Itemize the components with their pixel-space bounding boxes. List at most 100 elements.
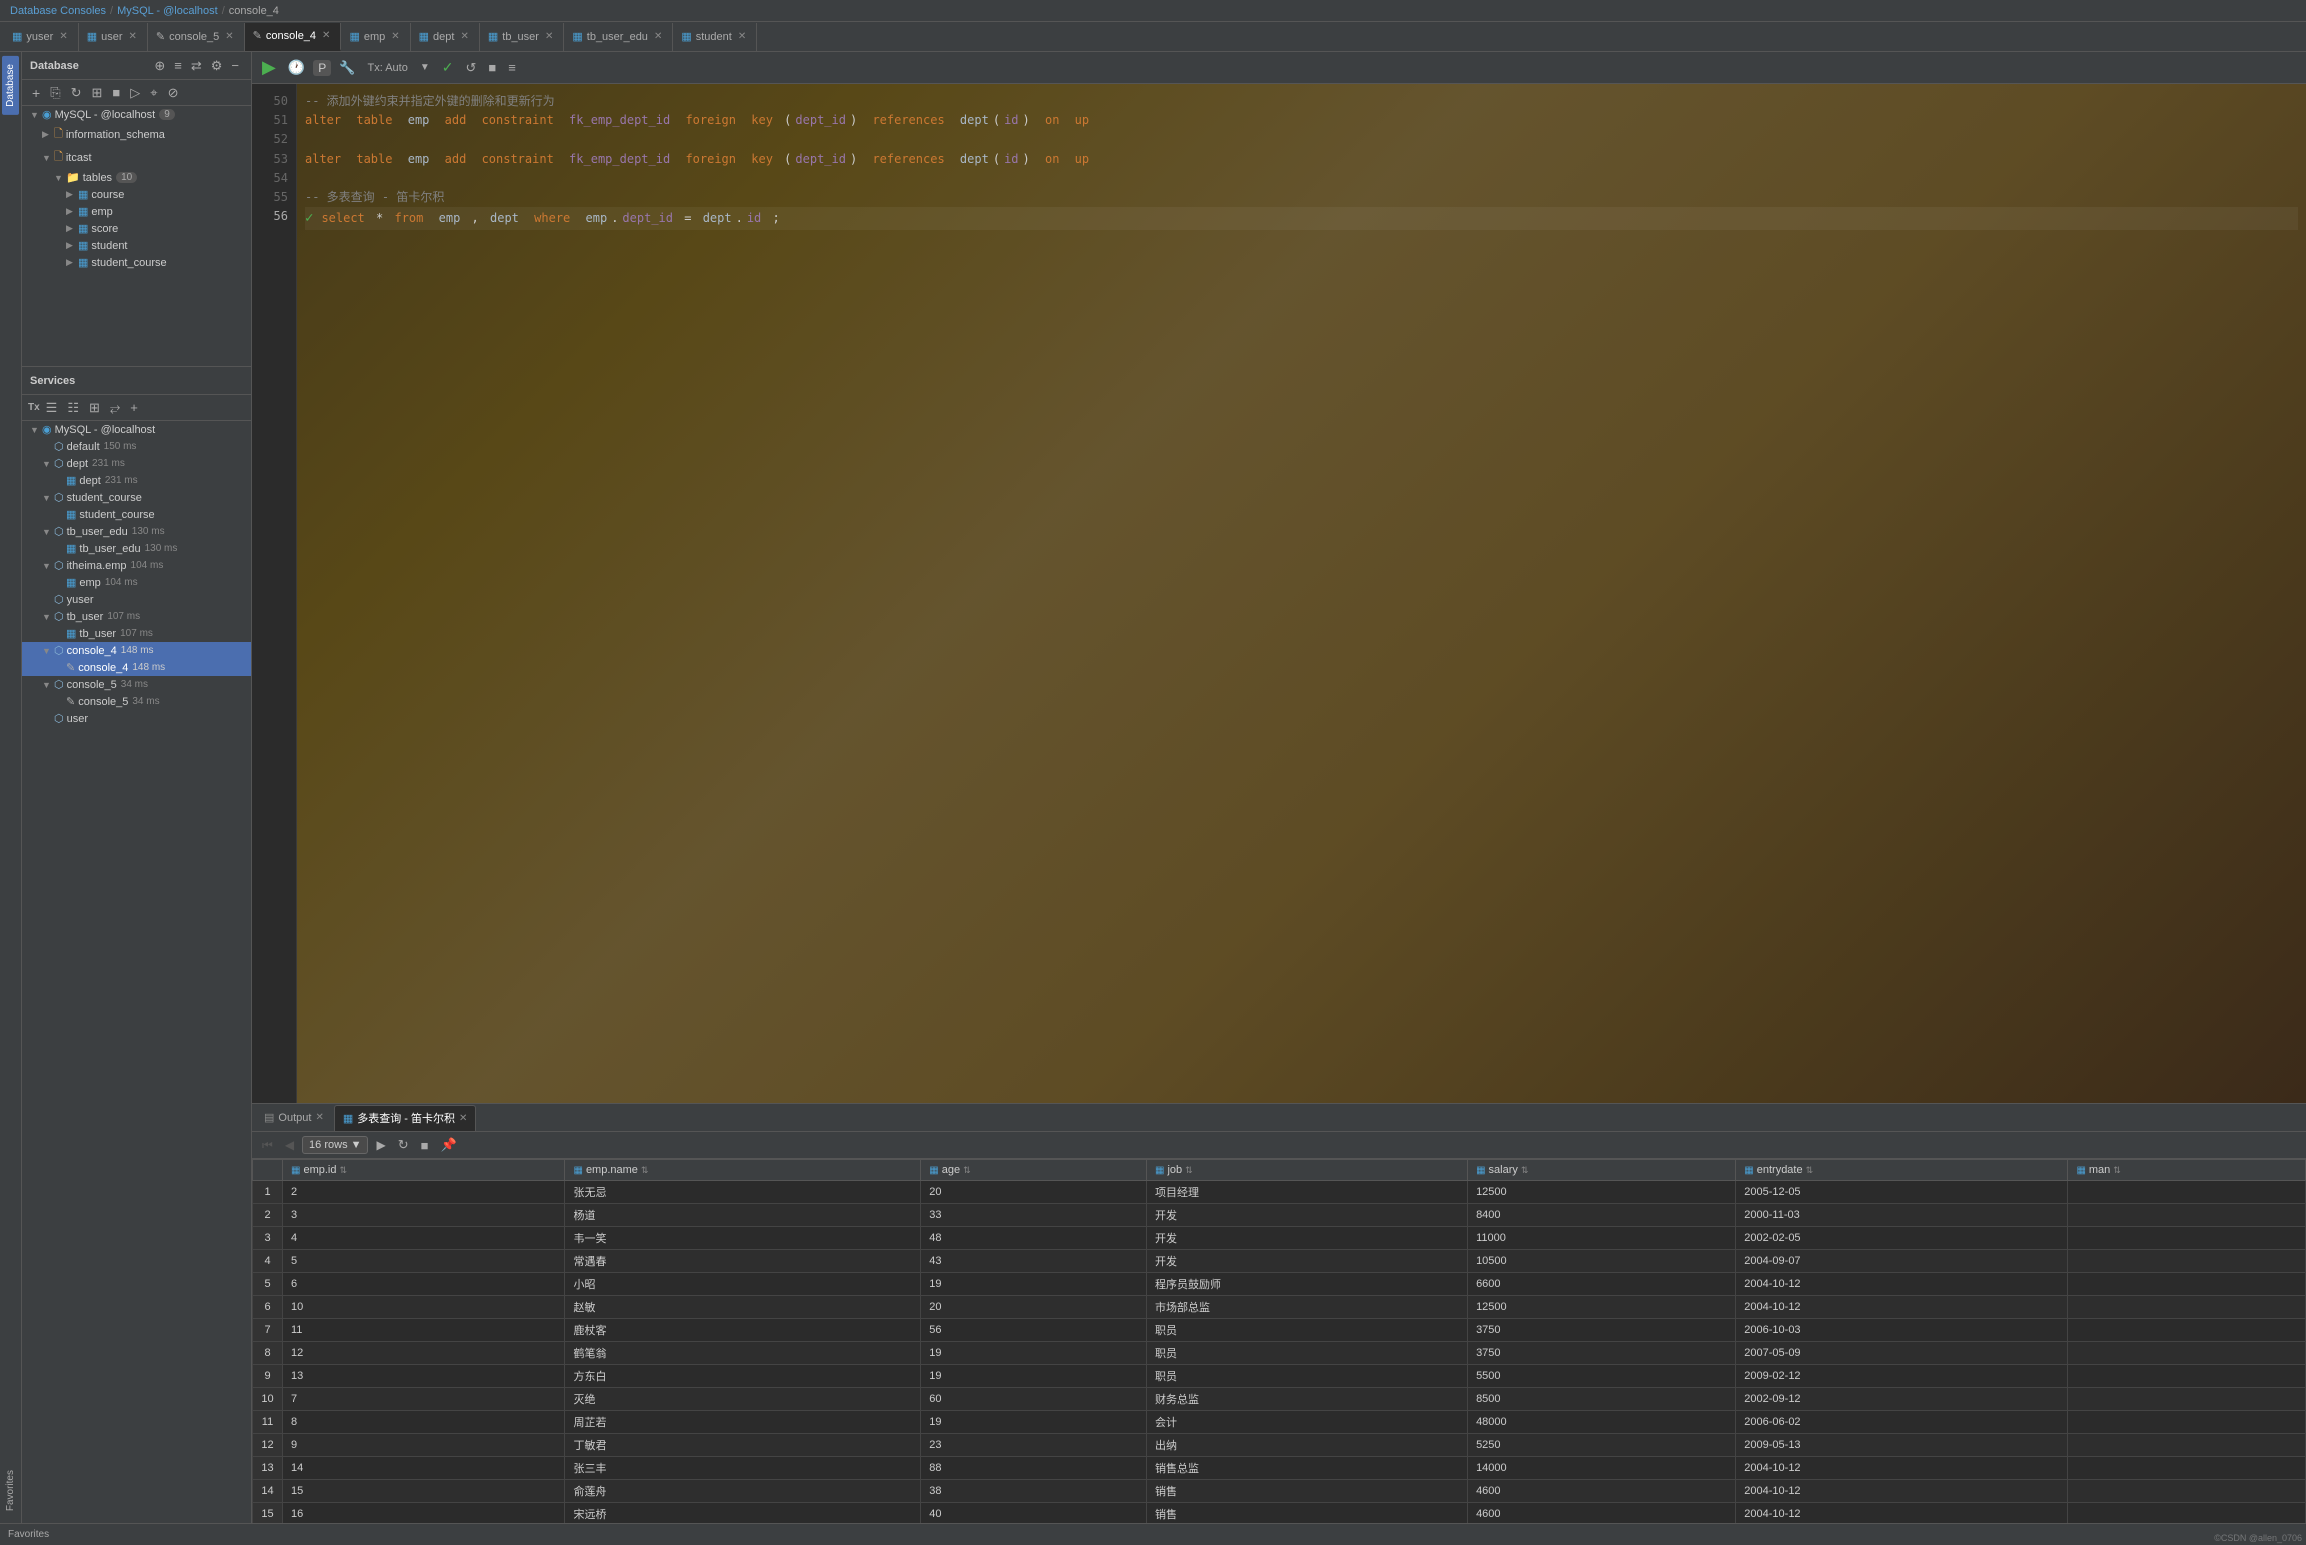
commit-btn[interactable]: ✓ (438, 57, 458, 78)
stop-query-btn[interactable]: ■ (484, 58, 500, 77)
pin-results-btn[interactable]: 📌 (436, 1135, 460, 1155)
sort-icon[interactable]: ⇅ (963, 1165, 971, 1176)
svc-tb-user-query[interactable]: ▦ tb_user 107 ms (22, 625, 251, 642)
table-row[interactable]: 12 9 丁敏君 23 出纳 5250 2009-05-13 (253, 1434, 2306, 1457)
results-tab-cartesian[interactable]: ▦ 多表查询 - 笛卡尔积 ✕ (334, 1105, 477, 1131)
tab-tb-user[interactable]: ▦ tb_user ✕ (480, 23, 565, 51)
expand-arrow[interactable]: ▶ (66, 206, 78, 217)
rows-dropdown[interactable]: 16 rows ▼ (302, 1136, 368, 1154)
collapse-arrow[interactable]: ▼ (54, 173, 66, 183)
svc-default[interactable]: ⬡ default 150 ms (22, 438, 251, 455)
tree-itcast[interactable]: ▼ 🗋 itcast (22, 146, 251, 169)
table-row[interactable]: 8 12 鹤笔翁 19 职员 3750 2007-05-09 (253, 1342, 2306, 1365)
svc-mysql-connection[interactable]: ▼ ◉ MySQL - @localhost (22, 421, 251, 438)
table-row[interactable]: 11 8 周芷若 19 会计 48000 2006-06-02 (253, 1411, 2306, 1434)
new-datasource-btn[interactable]: ⊕ (150, 56, 169, 76)
tab-console4[interactable]: ✎ console_4 ✕ (245, 23, 342, 51)
close-tab-console5[interactable]: ✕ (223, 31, 235, 42)
col-entrydate[interactable]: ▦ entrydate ⇅ (1736, 1160, 2068, 1181)
collapse-arrow[interactable]: ▼ (42, 153, 54, 163)
sync-btn[interactable]: ⇄ (187, 56, 206, 76)
tab-user[interactable]: ▦ user ✕ (79, 23, 148, 51)
table-row[interactable]: 15 16 宋远桥 40 销售 4600 2004-10-12 (253, 1503, 2306, 1524)
sort-icon[interactable]: ⇅ (1521, 1165, 1529, 1176)
refresh-results-btn[interactable]: ↻ (394, 1135, 413, 1155)
table-row[interactable]: 14 15 俞莲舟 38 销售 4600 2004-10-12 (253, 1480, 2306, 1503)
col-emp-id[interactable]: ▦ emp.id ⇅ (283, 1160, 565, 1181)
col-job[interactable]: ▦ job ⇅ (1147, 1160, 1468, 1181)
breadcrumb-item-2[interactable]: MySQL - @localhost (117, 5, 218, 17)
svc-console5-item[interactable]: ✎ console_5 34 ms (22, 693, 251, 710)
tab-student[interactable]: ▦ student ✕ (673, 23, 757, 51)
close-tab-console4[interactable]: ✕ (320, 30, 332, 41)
services-flow-btn[interactable]: ⥂ (106, 398, 124, 418)
stop-btn[interactable]: ■ (108, 83, 124, 102)
svc-dept-query[interactable]: ▦ dept 231 ms (22, 472, 251, 489)
services-add-btn[interactable]: + (126, 398, 142, 417)
sort-icon[interactable]: ⇅ (641, 1165, 649, 1176)
expand-arrow[interactable]: ▶ (66, 240, 78, 251)
collapse-btn[interactable]: − (227, 56, 243, 75)
services-grid-btn[interactable]: ⊞ (85, 398, 104, 418)
tab-console5[interactable]: ✎ console_5 ✕ (148, 23, 245, 51)
tx-dropdown-btn[interactable]: ▼ (416, 60, 434, 75)
expand-arrow[interactable]: ▶ (42, 129, 54, 140)
sort-icon[interactable]: ⇅ (1185, 1165, 1193, 1176)
collapse-arrow[interactable]: ▼ (30, 110, 42, 120)
wrench-btn[interactable]: 🔧 (335, 58, 359, 78)
close-cartesian-tab[interactable]: ✕ (459, 1113, 467, 1124)
tree-mysql-connection[interactable]: ▼ ◉ MySQL - @localhost 9 (22, 106, 251, 123)
table-row[interactable]: 6 10 赵敏 20 市场部总监 12500 2004-10-12 (253, 1296, 2306, 1319)
run-button[interactable]: ▶ (258, 57, 280, 78)
refresh-db-btn[interactable]: ↻ (67, 83, 86, 103)
results-tab-output[interactable]: ▤ Output ✕ (256, 1105, 332, 1131)
copy-btn[interactable]: ⎘ (46, 83, 64, 103)
filter-btn[interactable]: ≡ (170, 56, 186, 75)
svc-emp-query[interactable]: ▦ emp 104 ms (22, 574, 251, 591)
tree-tables-folder[interactable]: ▼ 📁 tables 10 (22, 169, 251, 186)
add-btn[interactable]: + (28, 83, 44, 103)
nav-prev-btn[interactable]: ◀ (281, 1136, 298, 1154)
svc-console4-item[interactable]: ✎ console_4 148 ms (22, 659, 251, 676)
svc-tb-user-edu-query[interactable]: ▦ tb_user_edu 130 ms (22, 540, 251, 557)
table-row[interactable]: 3 4 韦一笑 48 开发 11000 2002-02-05 (253, 1227, 2306, 1250)
services-align-up-btn[interactable]: ☰ (42, 398, 62, 418)
svc-console5-session[interactable]: ▼ ⬡ console_5 34 ms (22, 676, 251, 693)
editor-area[interactable]: 50 51 52 53 54 55 56 -- 添加外键约束并指定外键的删除和更… (252, 84, 2306, 1103)
code-editor[interactable]: -- 添加外键约束并指定外键的删除和更新行为 alter table emp a… (297, 84, 2306, 1103)
close-tab-tb-user[interactable]: ✕ (543, 31, 555, 42)
close-tab-tb-user-edu[interactable]: ✕ (652, 31, 664, 42)
table-row[interactable]: 1 2 张无忌 20 项目经理 12500 2005-12-05 (253, 1181, 2306, 1204)
svc-student-course-table[interactable]: ▦ student_course (22, 506, 251, 523)
svc-console4-session[interactable]: ▼ ⬡ console_4 148 ms (22, 642, 251, 659)
svc-student-course-session[interactable]: ▼ ⬡ student_course (22, 489, 251, 506)
close-tab-student[interactable]: ✕ (736, 31, 748, 42)
expand-btn[interactable]: ⌖ (146, 83, 161, 103)
expand-arrow[interactable]: ▶ (66, 223, 78, 234)
close-tab-user[interactable]: ✕ (127, 31, 139, 42)
col-age[interactable]: ▦ age ⇅ (921, 1160, 1147, 1181)
tree-student-course-table[interactable]: ▶ ▦ student_course (22, 254, 251, 271)
stop-results-btn[interactable]: ■ (417, 1136, 433, 1155)
tree-score-table[interactable]: ▶ ▦ score (22, 220, 251, 237)
svc-tb-user-edu-session[interactable]: ▼ ⬡ tb_user_edu 130 ms (22, 523, 251, 540)
tree-student-table[interactable]: ▶ ▦ student (22, 237, 251, 254)
nav-next-btn[interactable]: ▶ (372, 1136, 389, 1154)
breadcrumb-item-1[interactable]: Database Consoles (10, 5, 106, 17)
rollback-btn[interactable]: ↺ (461, 58, 480, 78)
table-row[interactable]: 10 7 灭绝 60 财务总监 8500 2002-09-12 (253, 1388, 2306, 1411)
sort-icon[interactable]: ⇅ (1806, 1165, 1814, 1176)
sort-icon[interactable]: ⇅ (2113, 1165, 2121, 1176)
vertical-tab-database[interactable]: Database (2, 56, 19, 115)
tab-dept[interactable]: ▦ dept ✕ (411, 23, 480, 51)
filter2-btn[interactable]: ⊘ (164, 83, 183, 103)
results-table-container[interactable]: ▦ emp.id ⇅ ▦ emp.name ⇅ (252, 1159, 2306, 1523)
table-row[interactable]: 9 13 方东白 19 职员 5500 2009-02-12 (253, 1365, 2306, 1388)
col-man[interactable]: ▦ man ⇅ (2068, 1160, 2306, 1181)
expand-arrow[interactable]: ▶ (66, 189, 78, 200)
tree-information-schema[interactable]: ▶ 🗋 information_schema (22, 123, 251, 146)
settings-btn[interactable]: ⚙ (207, 56, 227, 76)
format-btn[interactable]: ≡ (504, 58, 520, 77)
table-row[interactable]: 4 5 常遇春 43 开发 10500 2004-09-07 (253, 1250, 2306, 1273)
svc-itheima-emp-session[interactable]: ▼ ⬡ itheima.emp 104 ms (22, 557, 251, 574)
